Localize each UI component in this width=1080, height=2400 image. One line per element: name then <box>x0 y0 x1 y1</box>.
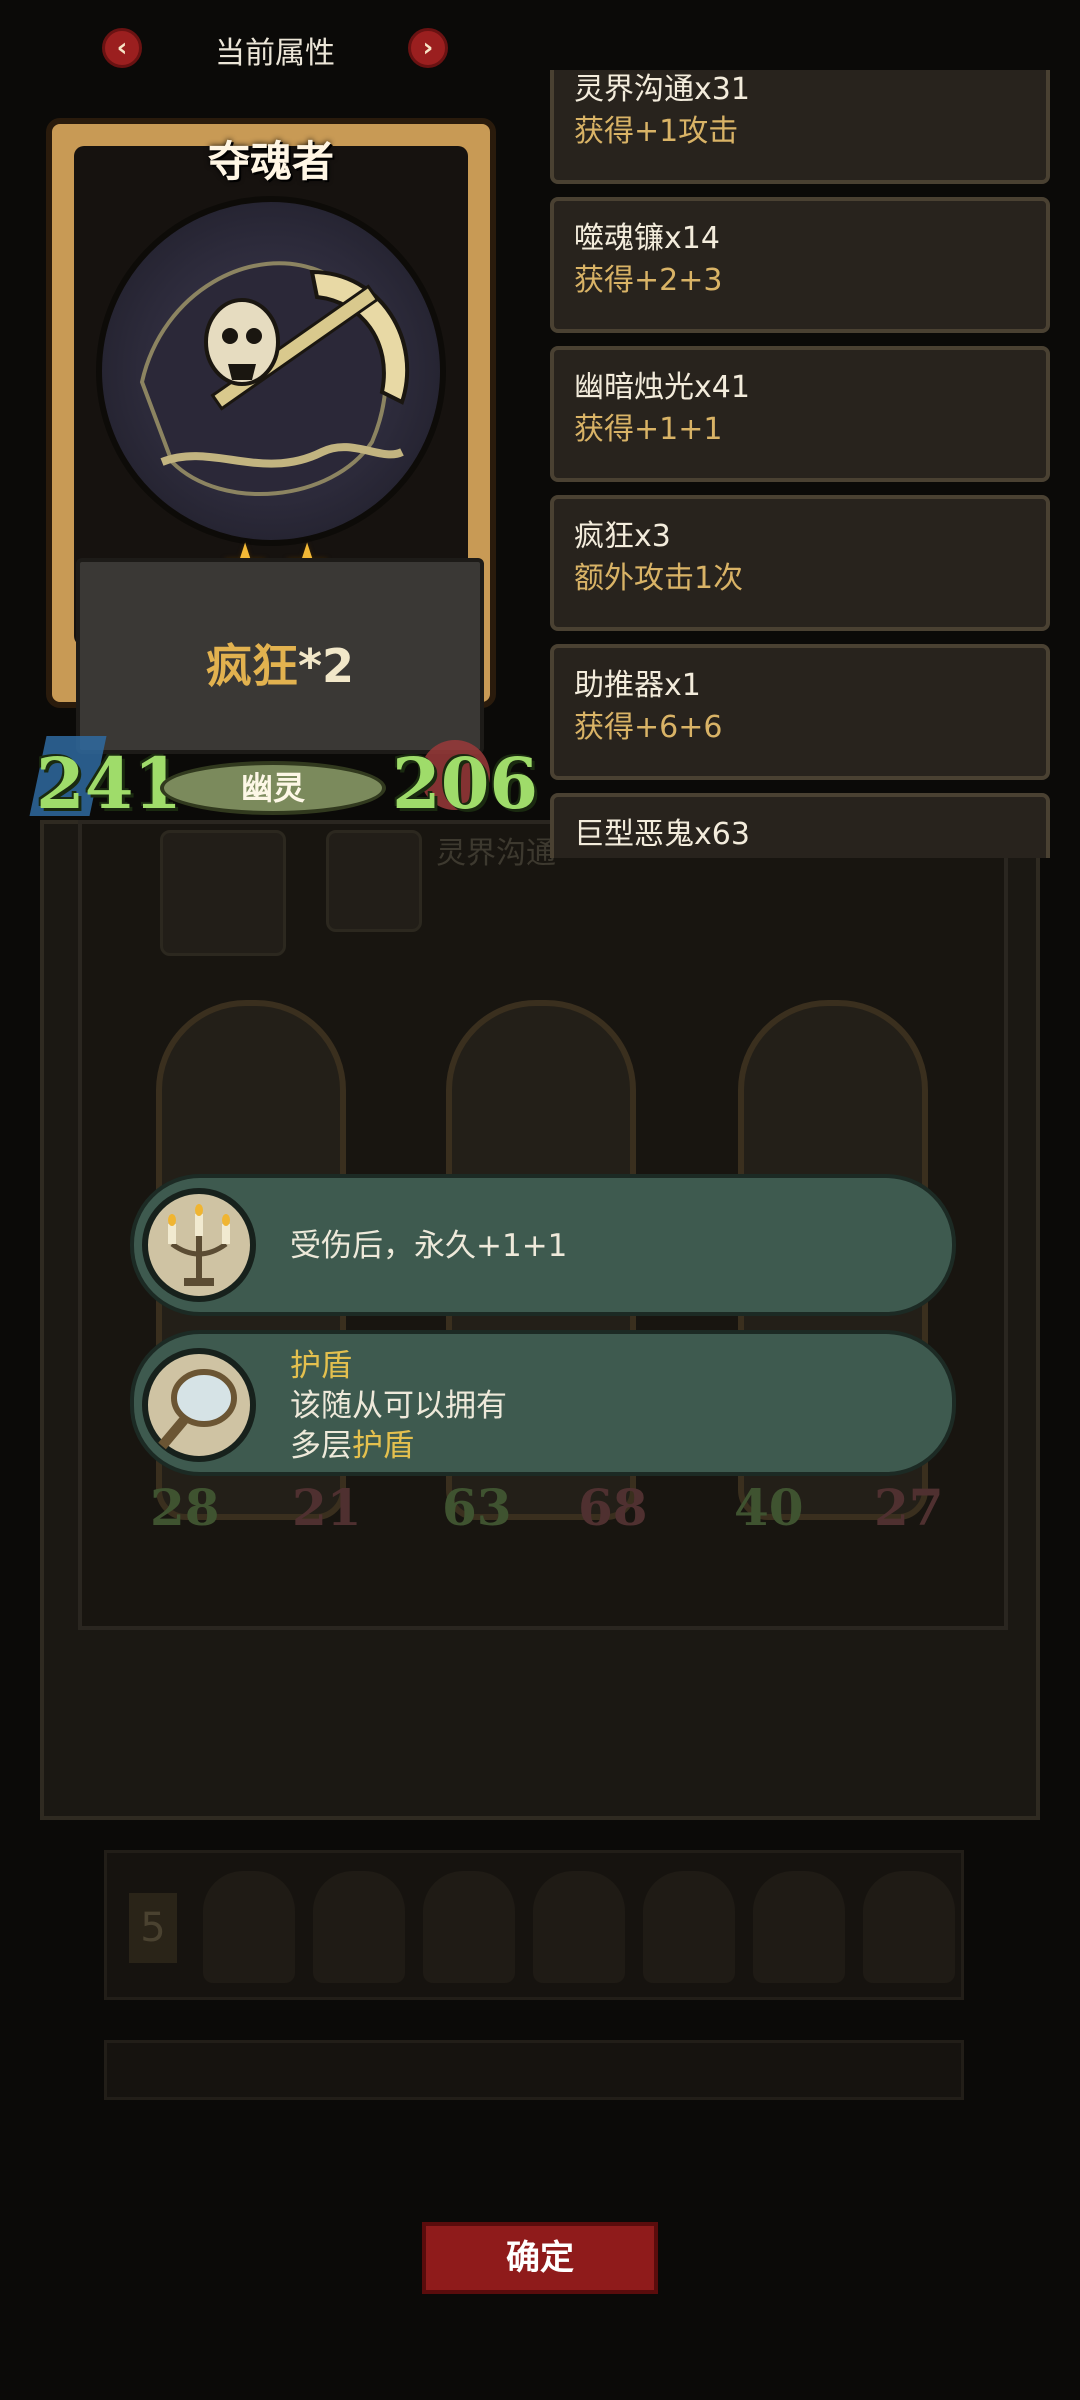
ability-multiplier: *2 <box>297 639 355 693</box>
buff-name: 噬魂镰x14 <box>574 221 720 256</box>
tooltip-candle: 受伤后，永久+1+1 <box>130 1174 956 1316</box>
bg-icon-portrait <box>326 830 422 932</box>
board-attack: 40 <box>734 1478 804 1537</box>
tooltip-keyword: 护盾 <box>352 1428 414 1464</box>
buff-item: 灵界沟通x31 获得+1攻击 <box>550 70 1050 184</box>
buff-effect: 获得+1+1 <box>574 412 723 447</box>
bench-slot[interactable] <box>643 1871 735 1983</box>
buff-item: 疯狂x3 额外攻击1次 <box>550 495 1050 631</box>
board-attack: 28 <box>150 1478 220 1537</box>
reaper-portrait <box>96 196 446 546</box>
health-value: 206 <box>392 742 539 825</box>
page-title: 当前属性 <box>215 36 335 71</box>
bench-slot[interactable] <box>203 1871 295 1983</box>
hero-card: 夺魂者 ★ ★ 疯狂*2 <box>46 118 496 754</box>
buff-name: 幽暗烛光x41 <box>574 370 750 405</box>
buff-effect: 额外攻击1次 <box>574 561 744 596</box>
tribe-label: 幽灵 <box>160 761 386 815</box>
hero-ability-box: 疯狂*2 <box>76 558 484 754</box>
tooltip-line: 该随从可以拥有 <box>290 1388 507 1424</box>
buff-effect: 获得+2+3 <box>574 263 723 298</box>
buff-item: 幽暗烛光x41 获得+1+1 <box>550 346 1050 482</box>
board-health: 27 <box>874 1478 944 1537</box>
tooltip-text: 护盾 该随从可以拥有 多层护盾 <box>290 1346 507 1466</box>
board-health: 21 <box>292 1478 362 1537</box>
bench-tier-badge: 5 <box>129 1893 177 1963</box>
buff-name: 助推器x1 <box>574 668 701 703</box>
buff-effect: 获得+1攻击 <box>574 114 739 149</box>
bg-hero-portrait <box>160 830 286 956</box>
tooltip-title: 护盾 <box>290 1348 352 1384</box>
hero-ability-text: 疯狂*2 <box>80 630 480 696</box>
buff-list[interactable]: 灵界沟通x31 获得+1攻击 噬魂镰x14 获得+2+3 幽暗烛光x41 获得+… <box>546 70 1056 858</box>
tooltip-line: 多层护盾 <box>290 1426 507 1466</box>
prev-arrow-button[interactable]: ‹ <box>102 28 142 68</box>
bench-slot[interactable] <box>753 1871 845 1983</box>
bench-slot[interactable] <box>863 1871 955 1983</box>
mirror-shield-icon <box>142 1348 256 1462</box>
tooltip-shield: 护盾 该随从可以拥有 多层护盾 <box>130 1330 956 1476</box>
buff-item: 巨型恶鬼x63 <box>550 793 1050 858</box>
candelabra-icon <box>142 1188 256 1302</box>
buff-effect: 获得+6+6 <box>574 710 723 745</box>
bench-slot[interactable] <box>313 1871 405 1983</box>
tooltip-line-prefix: 多层 <box>290 1428 352 1464</box>
board-health: 68 <box>578 1478 648 1537</box>
bench-slot[interactable] <box>533 1871 625 1983</box>
buff-item: 助推器x1 获得+6+6 <box>550 644 1050 780</box>
buff-name: 疯狂x3 <box>574 519 671 554</box>
bench-row: 5 <box>104 1850 964 2000</box>
buff-name: 灵界沟通x31 <box>574 72 750 107</box>
confirm-button[interactable]: 确定 <box>422 2222 658 2294</box>
bench-row <box>104 2040 964 2100</box>
buff-name: 巨型恶鬼x63 <box>574 817 750 852</box>
next-arrow-button[interactable]: › <box>408 28 448 68</box>
buff-item: 噬魂镰x14 获得+2+3 <box>550 197 1050 333</box>
tooltip-text: 受伤后，永久+1+1 <box>290 1228 568 1264</box>
bench-slot[interactable] <box>423 1871 515 1983</box>
hero-name: 夺魂者 <box>207 137 334 186</box>
board-attack: 63 <box>442 1478 512 1537</box>
ability-keyword: 疯狂 <box>205 639 298 693</box>
